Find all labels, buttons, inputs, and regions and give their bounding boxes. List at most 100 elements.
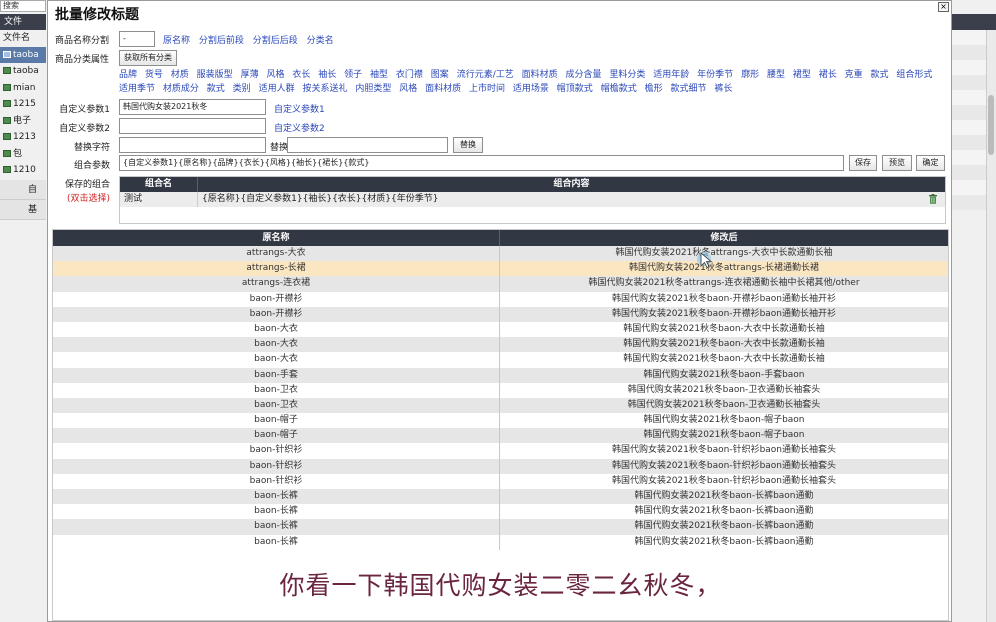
link-split-back[interactable]: 分割后后段 [253,36,298,46]
attribute-link[interactable]: 里料分类 [609,70,645,80]
attribute-link[interactable]: 面料材质 [522,70,558,80]
attribute-link[interactable]: 流行元素/工艺 [457,70,514,80]
table-row[interactable]: baon-开襟衫 韩国代购女装2021秋冬baon-开襟衫baon通勤长袖开衫 [53,306,948,322]
attribute-link[interactable]: 图案 [431,70,449,80]
table-row[interactable]: baon-卫衣 韩国代购女装2021秋冬baon-卫衣通勤长袖套头 [53,397,948,414]
preview-button[interactable]: 预览 [882,155,912,171]
table-row[interactable]: baon-大衣 韩国代购女装2021秋冬baon-大衣中长款通勤长袖 [53,321,948,338]
attribute-link[interactable]: 面料材质 [425,84,461,94]
attribute-link[interactable]: 厚薄 [241,70,259,80]
attribute-link[interactable]: 风格 [266,70,284,80]
replace-input[interactable] [119,137,266,153]
close-button[interactable]: × [938,2,949,12]
table-row[interactable]: baon-长裤 韩国代购女装2021秋冬baon-长裤baon通勤 [53,534,948,550]
table-row[interactable]: attrangs-大衣 韩国代购女装2021秋冬attrangs-大衣中长款通勤长… [53,246,948,262]
attribute-link[interactable]: 裤长 [714,84,732,94]
get-all-categories-button[interactable]: 获取所有分类 [119,50,177,66]
header-modified: 修改后 [710,233,738,243]
attribute-link[interactable]: 衣长 [292,70,310,80]
tree-item[interactable]: mian [0,80,46,97]
attribute-link[interactable]: 组合形式 [896,70,932,80]
attribute-link[interactable]: 成分含量 [566,70,602,80]
attribute-link[interactable]: 适用场景 [513,84,549,94]
table-row[interactable]: baon-长裤 韩国代购女装2021秋冬baon-长裤baon通勤 [53,519,948,535]
attribute-link[interactable]: 服装版型 [197,70,233,80]
custom-param2-link[interactable]: 自定义参数2 [274,121,325,134]
table-row[interactable]: baon-长裤 韩国代购女装2021秋冬baon-长裤baon通勤 [53,489,948,505]
table-row[interactable]: baon-针织衫 韩国代购女装2021秋冬baon-针织衫baon通勤长袖套头 [53,458,948,474]
attribute-link[interactable]: 衣门襟 [396,70,423,80]
original-name-cell: baon-针织衫 [53,458,500,474]
table-row[interactable]: attrangs-连衣裙 韩国代购女装2021秋冬attrangs-连衣裙通勤长袖… [53,276,948,292]
table-row[interactable]: attrangs-长裙 韩国代购女装2021秋冬attrangs-长裙通勤长裙 [53,261,948,277]
search-label[interactable]: 搜索 [0,0,46,12]
custom-param1-input[interactable]: 韩国代购女装2021秋冬 [119,99,266,115]
scrollbar-thumb[interactable] [988,95,994,155]
attribute-link[interactable]: 袖长 [318,70,336,80]
attribute-link[interactable]: 风格 [399,84,417,94]
attribute-link[interactable]: 款式细节 [670,84,706,94]
tree-item[interactable]: taoba [0,46,46,63]
link-category-name[interactable]: 分类名 [307,36,334,46]
tree-item[interactable]: 电子 [0,113,46,130]
attribute-link[interactable]: 裙型 [793,70,811,80]
table-row[interactable]: baon-手套 韩国代购女装2021秋冬baon-手套baon [53,367,948,383]
attribute-link[interactable]: 廓形 [741,70,759,80]
combo-param-input[interactable]: {自定义参数1}{原名称}{品牌}{衣长}{风格}{袖长}{裙长}{款式} [119,155,844,171]
confirm-button[interactable]: 确定 [916,155,945,171]
attribute-link[interactable]: 类别 [233,84,251,94]
attribute-link[interactable]: 内胆类型 [355,84,391,94]
trash-icon[interactable] [929,194,937,204]
replace-with-input[interactable] [287,137,448,153]
save-button[interactable]: 保存 [849,155,877,171]
tree-item[interactable]: 1213 [0,129,46,146]
attribute-link[interactable]: 裙长 [819,70,837,80]
attribute-link[interactable]: 款式 [871,70,889,80]
table-row[interactable]: baon-卫衣 韩国代购女装2021秋冬baon-卫衣通勤长袖套头 [53,382,948,398]
attribute-link[interactable]: 适用季节 [119,84,155,94]
attribute-link[interactable]: 檐形 [645,84,663,94]
attribute-link[interactable]: 适用年龄 [653,70,689,80]
file-icon [3,149,11,157]
file-tree: 文件名taobataobamian1215电子1213包12101209 [0,30,46,195]
attribute-link[interactable]: 材质成分 [163,84,199,94]
attribute-link[interactable]: 款式 [207,84,225,94]
combo-row[interactable]: 测试 {原名称}{自定义参数1}{袖长}{衣长}{材质}{年份季节} [120,192,945,207]
tree-item[interactable]: 1215 [0,96,46,113]
table-row[interactable]: baon-针织衫 韩国代购女装2021秋冬baon-针织衫baon通勤长袖套头 [53,443,948,459]
replace-button[interactable]: 替换 [453,137,483,153]
attribute-link[interactable]: 按关系送礼 [302,84,347,94]
tree-item-label: 包 [13,148,23,159]
custom-param1-link[interactable]: 自定义参数1 [274,102,325,115]
link-split-front[interactable]: 分割后前段 [199,36,244,46]
attribute-link[interactable]: 货号 [145,70,163,80]
tree-item[interactable]: taoba [0,63,46,80]
tree-item[interactable]: 包 [0,146,46,163]
attribute-link[interactable]: 材质 [171,70,189,80]
attribute-link[interactable]: 年份季节 [697,70,733,80]
tree-item[interactable]: 1210 [0,162,46,179]
table-row[interactable]: baon-开襟衫 韩国代购女装2021秋冬baon-开襟衫baon通勤长袖开衫 [53,291,948,307]
table-row[interactable]: baon-大衣 韩国代购女装2021秋冬baon-大衣中长款通勤长袖 [53,352,948,368]
attribute-link[interactable]: 帽顶款式 [557,84,593,94]
attribute-link[interactable]: 上市时间 [469,84,505,94]
split-input[interactable]: - [119,31,155,47]
attribute-link[interactable]: 腰型 [767,70,785,80]
link-original-name[interactable]: 原名称 [163,36,190,46]
attribute-link[interactable]: 领子 [344,70,362,80]
modified-name-cell: 韩国代购女装2021秋冬baon-针织衫baon通勤长袖套头 [611,475,837,486]
sub-item[interactable]: 自 [0,180,46,200]
table-row[interactable]: baon-帽子 韩国代购女装2021秋冬baon-帽子baon [53,428,948,444]
attribute-link[interactable]: 品牌 [119,70,137,80]
attribute-link[interactable]: 袖型 [370,70,388,80]
custom-param2-input[interactable] [119,118,266,134]
table-row[interactable]: baon-帽子 韩国代购女装2021秋冬baon-帽子baon [53,413,948,429]
attribute-link[interactable]: 适用人群 [259,84,295,94]
table-row[interactable]: baon-针织衫 韩国代购女装2021秋冬baon-针织衫baon通勤长袖套头 [53,473,948,489]
table-row[interactable]: baon-长裤 韩国代购女装2021秋冬baon-长裤baon通勤 [53,504,948,520]
tree-item[interactable]: 文件名 [0,30,46,47]
sub-item[interactable]: 基 [0,200,46,220]
attribute-link[interactable]: 克重 [845,70,863,80]
table-row[interactable]: baon-大衣 韩国代购女装2021秋冬baon-大衣中长款通勤长袖 [53,337,948,353]
attribute-link[interactable]: 帽檐款式 [601,84,637,94]
